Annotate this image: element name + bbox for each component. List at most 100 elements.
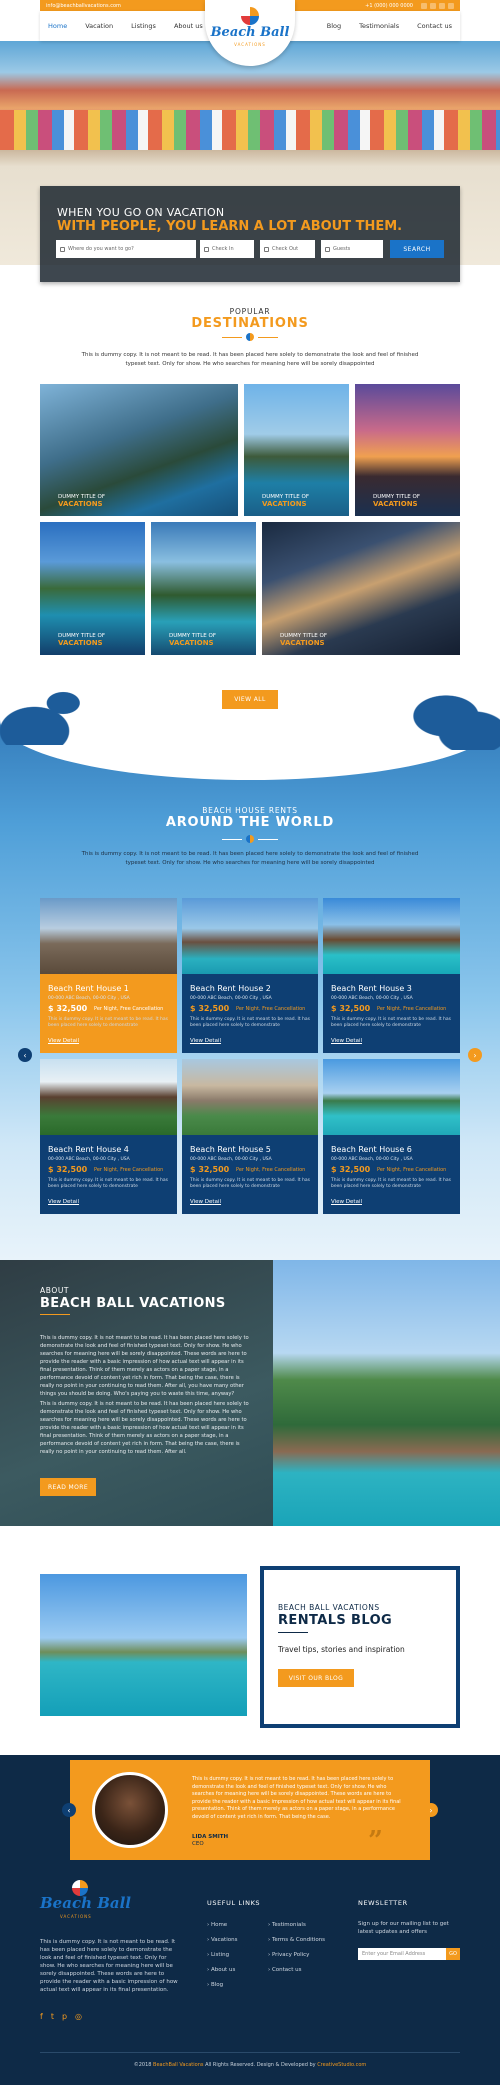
nav-blog[interactable]: Blog: [327, 22, 341, 30]
rent-card-price: $ 32,500: [190, 1004, 230, 1013]
rent-card-desc: This is dummy copy. It is not meant to b…: [48, 1017, 168, 1028]
footer-link-about[interactable]: › About us: [207, 1963, 237, 1978]
view-detail-link[interactable]: View Detail: [190, 1199, 221, 1205]
search-button[interactable]: SEARCH: [390, 240, 444, 258]
about-text-1: This is dummy copy. It is not meant to b…: [40, 1335, 249, 1397]
divider-line: [278, 1632, 308, 1633]
logo-tagline: VACATIONS: [234, 42, 266, 47]
copyright-developer[interactable]: CreativeStudio.com: [317, 2062, 366, 2068]
copyright: ©2018 BeachBall Vacations All Rights Res…: [0, 2062, 500, 2068]
twitter-icon[interactable]: t: [51, 2012, 54, 2021]
newsletter-email-input[interactable]: Enter your Email Address: [358, 1948, 450, 1960]
rent-card[interactable]: Beach Rent House 1 00-000 ABC Beach, 00-…: [40, 898, 177, 1053]
search-icon: [60, 246, 65, 252]
next-arrow-button[interactable]: ›: [424, 1803, 438, 1817]
view-detail-link[interactable]: View Detail: [331, 1038, 362, 1044]
rent-card-desc: This is dummy copy. It is not meant to b…: [331, 1178, 451, 1189]
rent-card-address: 00-000 ABC Beach, 00-00 City , USA: [48, 996, 130, 1001]
pinterest-icon[interactable]: [439, 2, 445, 9]
copyright-brand[interactable]: BeachBall Vacations: [153, 2062, 203, 2068]
rent-card-title: Beach Rent House 4: [48, 1145, 129, 1154]
footer-logo-tagline: VACATIONS: [60, 1914, 92, 1919]
next-arrow-button[interactable]: ›: [468, 1048, 482, 1062]
nav-about[interactable]: About us: [174, 22, 203, 30]
copyright-year: ©2018: [133, 2062, 152, 2068]
footer-link-label: About us: [210, 1967, 236, 1973]
destination-tile[interactable]: DUMMY TITLE OF VACATIONS: [40, 522, 145, 655]
email-text[interactable]: info@beachballvacations.com: [46, 3, 121, 9]
nav-vacation[interactable]: Vacation: [85, 22, 113, 30]
view-detail-link[interactable]: View Detail: [190, 1038, 221, 1044]
rent-card[interactable]: Beach Rent House 3 00-000 ABC Beach, 00-…: [323, 898, 460, 1053]
rent-card-image: [323, 898, 460, 974]
pinterest-icon[interactable]: p: [62, 2012, 67, 2021]
facebook-icon[interactable]: f: [40, 2012, 43, 2021]
rent-card-price: $ 32,500: [331, 1165, 371, 1174]
destination-input[interactable]: Where do you want to go?: [56, 240, 196, 258]
search-panel: [40, 186, 460, 282]
prev-arrow-button[interactable]: ‹: [18, 1048, 32, 1062]
instagram-icon[interactable]: ◎: [75, 2012, 82, 2021]
footer-link-label: Listing: [210, 1952, 230, 1958]
view-detail-link[interactable]: View Detail: [331, 1199, 362, 1205]
footer-link-label: Blog: [210, 1982, 224, 1988]
nav-listings[interactable]: Listings: [131, 22, 156, 30]
footer-link-listing[interactable]: › Listing: [207, 1948, 237, 1963]
nav-testimonials[interactable]: Testimonials: [359, 22, 399, 30]
destination-tile[interactable]: DUMMY TITLE OF VACATIONS: [262, 522, 460, 655]
calendar-icon: [204, 246, 209, 252]
footer-link-testimonials[interactable]: › Testimonials: [268, 1918, 325, 1933]
footer-link-privacy[interactable]: › Privacy Policy: [268, 1948, 325, 1963]
phone-text[interactable]: +1 (000) 000 0000: [365, 3, 413, 9]
footer-link-contact[interactable]: › Contact us: [268, 1963, 325, 1978]
footer-link-terms[interactable]: › Terms & Conditions: [268, 1933, 325, 1948]
facebook-icon[interactable]: [421, 2, 427, 9]
rent-card-address: 00-000 ABC Beach, 00-00 City , USA: [190, 1157, 272, 1162]
logo-name[interactable]: Beach Ball: [205, 25, 295, 40]
rent-card[interactable]: Beach Rent House 6 00-000 ABC Beach, 00-…: [323, 1059, 460, 1214]
view-all-button[interactable]: VIEW ALL: [222, 690, 278, 709]
about-text-2: This is dummy copy. It is not meant to b…: [40, 1401, 249, 1455]
guests-input[interactable]: Guests: [321, 240, 383, 258]
visit-blog-button[interactable]: VISIT OUR BLOG: [278, 1669, 354, 1687]
rent-card-image: [182, 1059, 318, 1135]
avatar: [92, 1772, 168, 1848]
read-more-button[interactable]: READ MORE: [40, 1478, 96, 1496]
footer-link-home[interactable]: › Home: [207, 1918, 237, 1933]
twitter-icon[interactable]: [430, 2, 436, 9]
footer-logo-name[interactable]: Beach Ball: [40, 1894, 131, 1912]
nav-home[interactable]: Home: [48, 22, 67, 30]
nav-contact[interactable]: Contact us: [417, 22, 452, 30]
destination-tile[interactable]: DUMMY TITLE OF VACATIONS: [355, 384, 460, 516]
rent-card-title: Beach Rent House 6: [331, 1145, 412, 1154]
tile-title: VACATIONS: [373, 500, 418, 508]
checkout-input[interactable]: Check Out: [260, 240, 315, 258]
footer-link-vacations[interactable]: › Vacations: [207, 1933, 237, 1948]
palm-tree-icon: [0, 675, 115, 745]
quote-icon: ”: [368, 1826, 383, 1856]
checkin-input[interactable]: Check In: [200, 240, 254, 258]
newsletter-heading: NEWSLETTER: [358, 1899, 408, 1907]
destination-tile[interactable]: DUMMY TITLE OF VACATIONS: [244, 384, 349, 516]
view-detail-link[interactable]: View Detail: [48, 1038, 79, 1044]
footer-link-blog[interactable]: › Blog: [207, 1978, 237, 1993]
user-icon: [325, 246, 330, 252]
footer-about-text: This is dummy copy. It is not meant to b…: [40, 1939, 178, 1993]
rent-card-per: Per Night, Free Cancellation: [94, 1167, 164, 1173]
rent-card-title: Beach Rent House 1: [48, 984, 129, 993]
prev-arrow-button[interactable]: ‹: [62, 1803, 76, 1817]
newsletter-go-button[interactable]: GO: [446, 1948, 460, 1960]
rent-card[interactable]: Beach Rent House 5 00-000 ABC Beach, 00-…: [182, 1059, 318, 1214]
view-detail-link[interactable]: View Detail: [48, 1199, 79, 1205]
rent-card-per: Per Night, Free Cancellation: [236, 1167, 306, 1173]
rent-card-title: Beach Rent House 5: [190, 1145, 271, 1154]
rent-card[interactable]: Beach Rent House 2 00-000 ABC Beach, 00-…: [182, 898, 318, 1053]
footer-links-col-1: › Home › Vacations › Listing › About us …: [207, 1918, 237, 1993]
destination-tile[interactable]: DUMMY TITLE OF VACATIONS: [40, 384, 238, 516]
rent-card-address: 00-000 ABC Beach, 00-00 City , USA: [331, 1157, 413, 1162]
instagram-icon[interactable]: [448, 2, 454, 9]
rent-card[interactable]: Beach Rent House 4 00-000 ABC Beach, 00-…: [40, 1059, 177, 1214]
destination-tile[interactable]: DUMMY TITLE OF VACATIONS: [151, 522, 256, 655]
footer-link-label: Privacy Policy: [271, 1952, 310, 1958]
rent-card-image: [323, 1059, 460, 1135]
